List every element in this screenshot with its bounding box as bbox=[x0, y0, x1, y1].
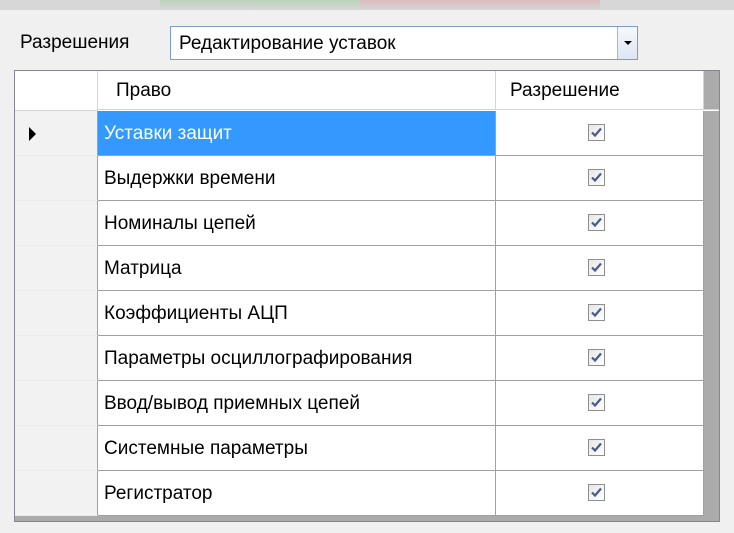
row-header[interactable] bbox=[15, 426, 98, 471]
row-header[interactable] bbox=[15, 246, 98, 291]
checkmark-icon bbox=[591, 307, 602, 318]
table-row[interactable]: Системные параметры bbox=[15, 426, 719, 471]
column-header-right-label: Право bbox=[116, 80, 172, 101]
cell-permission[interactable] bbox=[496, 291, 704, 336]
right-name-text: Уставки защит bbox=[104, 123, 232, 144]
row-header[interactable] bbox=[15, 336, 98, 381]
cell-permission[interactable] bbox=[496, 201, 704, 246]
checkmark-icon bbox=[591, 172, 602, 183]
row-header[interactable] bbox=[15, 381, 98, 426]
permission-set-value: Редактирование уставок bbox=[179, 33, 396, 54]
right-name-text: Ввод/вывод приемных цепей bbox=[104, 393, 360, 414]
cell-right-name[interactable]: Номиналы цепей bbox=[98, 201, 496, 246]
cell-permission[interactable] bbox=[496, 156, 704, 201]
permission-checkbox[interactable] bbox=[588, 259, 605, 276]
right-name-text: Номиналы цепей bbox=[104, 213, 256, 234]
table-row[interactable]: Уставки защит bbox=[15, 111, 719, 156]
table-row[interactable]: Матрица bbox=[15, 246, 719, 291]
row-header[interactable] bbox=[15, 291, 98, 336]
cell-right-name[interactable]: Выдержки времени bbox=[98, 156, 496, 201]
cell-right-name[interactable]: Системные параметры bbox=[98, 426, 496, 471]
cell-permission[interactable] bbox=[496, 381, 704, 426]
right-name-text: Матрица bbox=[104, 258, 182, 279]
cell-right-name[interactable]: Уставки защит bbox=[98, 111, 496, 156]
checkmark-icon bbox=[591, 352, 602, 363]
permission-checkbox[interactable] bbox=[588, 439, 605, 456]
grid-header-filler bbox=[704, 71, 719, 110]
cell-permission[interactable] bbox=[496, 336, 704, 381]
cell-permission[interactable] bbox=[496, 471, 704, 516]
column-header-permission[interactable]: Разрешение bbox=[496, 71, 704, 110]
table-row[interactable]: Параметры осциллографирования bbox=[15, 336, 719, 381]
right-name-text: Выдержки времени bbox=[104, 168, 276, 189]
chevron-down-icon bbox=[624, 41, 632, 45]
right-name-text: Системные параметры bbox=[104, 438, 308, 459]
dropdown-button[interactable] bbox=[617, 27, 637, 59]
title-bar-accent bbox=[360, 0, 600, 10]
permission-checkbox[interactable] bbox=[588, 394, 605, 411]
column-header-right[interactable]: Право bbox=[98, 71, 496, 110]
triangle-right-icon bbox=[29, 127, 36, 141]
cell-right-name[interactable]: Регистратор bbox=[98, 471, 496, 516]
grid-header: Право Разрешение bbox=[15, 71, 719, 111]
permission-set-dropdown[interactable]: Редактирование уставок bbox=[170, 26, 638, 60]
row-header[interactable] bbox=[15, 471, 98, 516]
cell-permission[interactable] bbox=[496, 426, 704, 471]
row-header[interactable] bbox=[15, 156, 98, 201]
checkmark-icon bbox=[591, 127, 602, 138]
title-bar-strip bbox=[0, 0, 734, 10]
row-header[interactable] bbox=[15, 201, 98, 246]
table-row[interactable]: Коэффициенты АЦП bbox=[15, 291, 719, 336]
permission-checkbox[interactable] bbox=[588, 349, 605, 366]
checkmark-icon bbox=[591, 217, 602, 228]
row-header[interactable] bbox=[15, 111, 98, 156]
permissions-window: Разрешения Редактирование уставок Право … bbox=[0, 0, 734, 533]
cell-right-name[interactable]: Коэффициенты АЦП bbox=[98, 291, 496, 336]
right-name-text: Коэффициенты АЦП bbox=[104, 303, 288, 324]
permissions-toolbar: Разрешения Редактирование уставок bbox=[0, 10, 734, 70]
grid-header-corner[interactable] bbox=[15, 71, 98, 111]
cell-right-name[interactable]: Матрица bbox=[98, 246, 496, 291]
permission-checkbox[interactable] bbox=[588, 304, 605, 321]
permissions-label: Разрешения bbox=[20, 32, 130, 53]
cell-right-name[interactable]: Параметры осциллографирования bbox=[98, 336, 496, 381]
cell-permission[interactable] bbox=[496, 111, 704, 156]
permission-checkbox[interactable] bbox=[588, 214, 605, 231]
permission-checkbox[interactable] bbox=[588, 169, 605, 186]
table-row[interactable]: Выдержки времени bbox=[15, 156, 719, 201]
checkmark-icon bbox=[591, 262, 602, 273]
right-name-text: Параметры осциллографирования bbox=[104, 348, 413, 369]
table-row[interactable]: Ввод/вывод приемных цепей bbox=[15, 381, 719, 426]
right-name-text: Регистратор bbox=[104, 483, 213, 504]
cell-right-name[interactable]: Ввод/вывод приемных цепей bbox=[98, 381, 496, 426]
title-bar-accent bbox=[160, 0, 360, 10]
cell-permission[interactable] bbox=[496, 246, 704, 291]
checkmark-icon bbox=[591, 442, 602, 453]
table-row[interactable]: Регистратор bbox=[15, 471, 719, 516]
grid-empty-area bbox=[15, 516, 719, 521]
permission-checkbox[interactable] bbox=[588, 124, 605, 141]
checkmark-icon bbox=[591, 487, 602, 498]
checkmark-icon bbox=[591, 397, 602, 408]
permissions-grid[interactable]: Право Разрешение Уставки защит Выдержки в… bbox=[14, 70, 720, 522]
table-row[interactable]: Номиналы цепей bbox=[15, 201, 719, 246]
permission-checkbox[interactable] bbox=[588, 484, 605, 501]
column-header-permission-label: Разрешение bbox=[510, 80, 620, 101]
